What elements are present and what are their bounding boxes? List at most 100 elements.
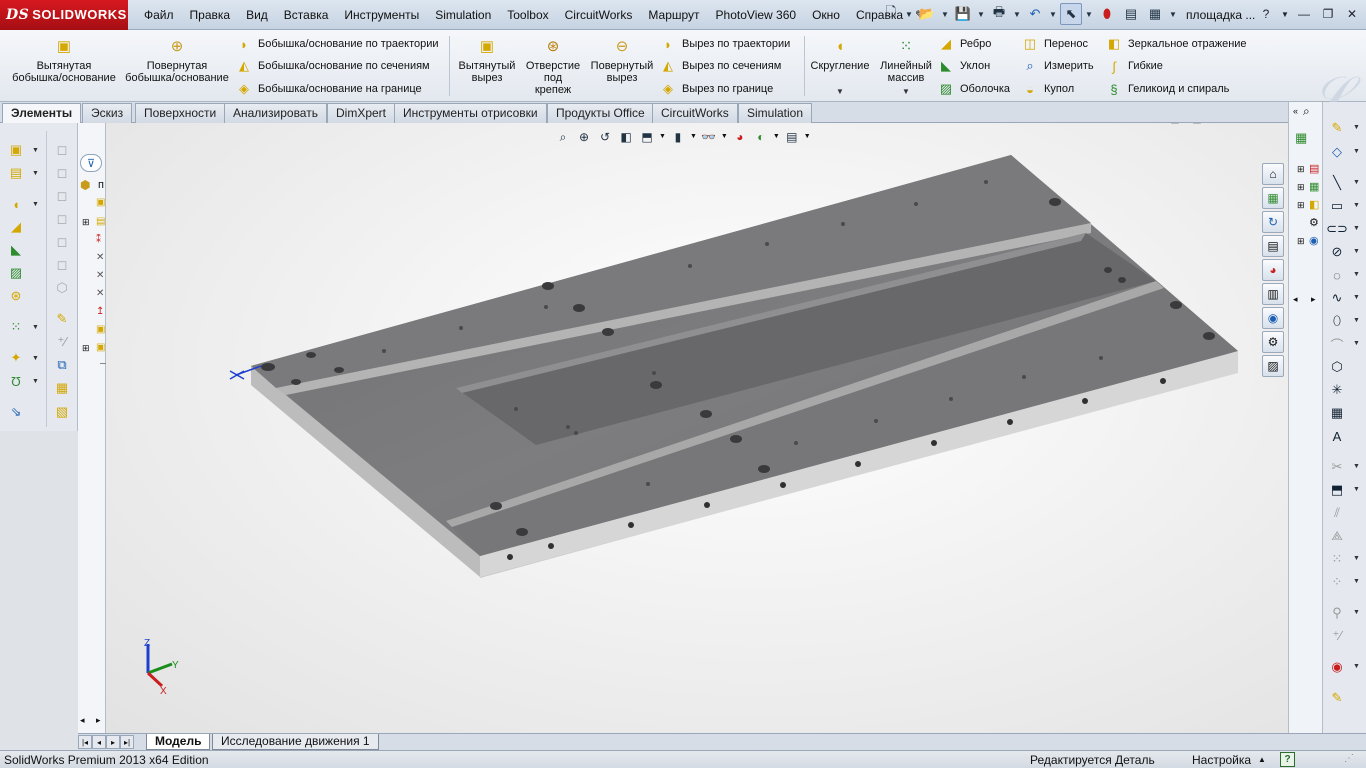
resize-grip-icon[interactable]: ⋰ <box>1344 753 1354 764</box>
appearances-icon[interactable]: ◕ <box>1262 259 1284 281</box>
hole[interactable] <box>1022 375 1026 379</box>
file-properties-icon[interactable]: ▤ <box>1120 3 1142 25</box>
hole[interactable] <box>914 202 918 206</box>
dropdown-icon[interactable]: ▼ <box>32 170 39 177</box>
hole[interactable] <box>650 381 662 389</box>
hole[interactable] <box>1082 398 1088 404</box>
undo-dropdown-icon[interactable]: ▼ <box>1048 3 1058 25</box>
library-folder-icon[interactable]: ▤ <box>1309 162 1319 175</box>
rebuild-traffic-light-icon[interactable]: ⬮ <box>1096 3 1118 25</box>
ellipse-icon[interactable]: ⬯ <box>1327 311 1347 331</box>
centerline-icon[interactable]: ▦ <box>1327 403 1347 423</box>
hole[interactable] <box>514 407 518 411</box>
3d-content-central-icon[interactable]: ◉ <box>1309 234 1319 247</box>
undo-icon[interactable]: ↶ <box>1024 3 1046 25</box>
scroll-right-icon[interactable]: ▸ <box>1311 294 1316 305</box>
hole[interactable] <box>306 352 316 358</box>
linear-pattern-button[interactable]: ⁙ Линейный массив ▼ <box>874 38 938 98</box>
filter-icon[interactable]: ⊽ <box>80 154 102 172</box>
part-model[interactable] <box>106 123 1288 733</box>
save-icon[interactable]: 💾 <box>952 3 974 25</box>
menu-edit[interactable]: Правка <box>182 0 239 30</box>
boundary-boss-button[interactable]: ◈ Бобышка/основание на границе <box>236 81 422 97</box>
graphics-area[interactable]: ⌕ ⊕ ↺ ◧ ⬒▼ ▮▼ 👓▼ ◕ ◐▼ ▤▼ ◫ ◫ — ❐ ✕ <box>106 123 1288 733</box>
display-relations-icon[interactable]: ⚲ <box>1327 603 1347 623</box>
hole[interactable] <box>984 180 988 184</box>
dropdown-icon[interactable]: ▼ <box>1353 486 1360 493</box>
shell-button[interactable]: ▨ Оболочка <box>938 81 1010 97</box>
dropdown-icon[interactable]: ▼ <box>1353 578 1360 585</box>
dome-button[interactable]: ◒ Купол <box>1022 81 1074 97</box>
library-folder-icon[interactable]: ▦ <box>1309 180 1319 193</box>
view-cube-icon[interactable]: ◻ <box>52 163 72 183</box>
hole[interactable] <box>573 304 585 312</box>
collapse-icon[interactable]: « <box>1293 106 1298 116</box>
hole[interactable] <box>949 397 953 401</box>
search-icon[interactable]: ⌕ <box>1303 104 1310 119</box>
toolbox-icon[interactable]: ⚙ <box>1262 331 1284 353</box>
linear-pattern-icon[interactable]: ⁙ <box>6 317 26 337</box>
tab-features[interactable]: Элементы <box>2 103 82 124</box>
fillet-sketch-icon[interactable]: ⌒ <box>1327 334 1347 354</box>
design-library-icon[interactable]: ▦ <box>1262 187 1284 209</box>
dropdown-icon[interactable]: ▼ <box>1353 463 1360 470</box>
expand-icon[interactable]: ⊞ <box>82 217 90 228</box>
solidworks-resources-icon[interactable]: ◉ <box>1262 307 1284 329</box>
dropdown-icon[interactable]: ▼ <box>1353 340 1360 347</box>
dropdown-icon[interactable]: ▼ <box>1353 202 1360 209</box>
close-button[interactable]: ✕ <box>1342 4 1362 24</box>
slot-icon[interactable]: ⊂⊃ <box>1326 219 1348 239</box>
view-cube-icon[interactable]: ◻ <box>52 255 72 275</box>
view-palette-icon[interactable]: ▤ <box>1262 235 1284 257</box>
extrude-boss-icon[interactable]: ▣ <box>6 140 26 160</box>
menu-view[interactable]: Вид <box>238 0 276 30</box>
menu-file[interactable]: Файл <box>136 0 182 30</box>
hole[interactable] <box>1118 277 1126 283</box>
scroll-left-icon[interactable]: ◂ <box>1293 294 1298 305</box>
print-icon[interactable]: 🖶 <box>988 3 1010 25</box>
dropdown-icon[interactable]: ▼ <box>1353 271 1360 278</box>
rib-button[interactable]: ◢ Ребро <box>938 36 991 52</box>
view-cube-icon[interactable]: ⬡ <box>52 278 72 298</box>
customize-button[interactable]: Настройка <box>1192 753 1251 767</box>
tab-office-products[interactable]: Продукты Office <box>547 103 654 123</box>
fillet-icon[interactable]: ◖ <box>6 194 26 214</box>
hole[interactable] <box>566 425 570 429</box>
revolve-boss-button[interactable]: ⊕ Повернутая бобышка/основание <box>122 38 232 84</box>
dropdown-icon[interactable]: ▼ <box>1353 663 1360 670</box>
menu-tools[interactable]: Инструменты <box>336 0 427 30</box>
hole[interactable] <box>542 282 554 290</box>
feature-icon[interactable]: ▣ <box>96 324 106 338</box>
hole[interactable] <box>1203 332 1215 340</box>
hole[interactable] <box>765 242 769 246</box>
expand-icon[interactable]: ⊞ <box>1297 236 1305 247</box>
custom-properties-icon[interactable]: ▥ <box>1262 283 1284 305</box>
hole[interactable] <box>780 482 786 488</box>
hole[interactable] <box>730 435 742 443</box>
dropdown-icon[interactable]: ▼ <box>1353 609 1360 616</box>
hole[interactable] <box>1104 267 1112 273</box>
mirror-entities-icon[interactable]: ⟁ <box>1327 526 1347 546</box>
hole-wizard-button[interactable]: ⊛ Отверстие под крепеж <box>522 38 584 96</box>
linear-sketch-pattern-icon[interactable]: ⁙ <box>1327 549 1347 569</box>
plane-icon[interactable]: ✕ <box>96 252 106 266</box>
hole[interactable] <box>704 502 710 508</box>
shell-icon[interactable]: ▨ <box>6 263 26 283</box>
text-icon[interactable]: A <box>1327 426 1347 446</box>
hole[interactable] <box>1007 419 1013 425</box>
sweep-boss-button[interactable]: ◗ Бобышка/основание по траектории <box>236 36 438 52</box>
hole[interactable] <box>931 440 937 446</box>
hole[interactable] <box>334 367 344 373</box>
rectangle-icon[interactable]: ▭ <box>1327 196 1347 216</box>
sketch-icon[interactable]: ✎ <box>52 309 72 329</box>
dropdown-icon[interactable]: ▼ <box>32 147 39 154</box>
new-document-icon[interactable]: 🗋 <box>880 3 902 25</box>
instant3d-icon[interactable]: ⇘ <box>6 402 26 422</box>
dropdown-icon[interactable]: ▼ <box>32 201 39 208</box>
quick-snaps-icon[interactable]: ◉ <box>1327 657 1347 677</box>
open-dropdown-icon[interactable]: ▼ <box>940 3 950 25</box>
view-cube-icon[interactable]: ◻ <box>52 209 72 229</box>
save-dropdown-icon[interactable]: ▼ <box>976 3 986 25</box>
dropdown-icon[interactable]: ▼ <box>1353 294 1360 301</box>
tab-model[interactable]: Модель <box>146 734 211 750</box>
